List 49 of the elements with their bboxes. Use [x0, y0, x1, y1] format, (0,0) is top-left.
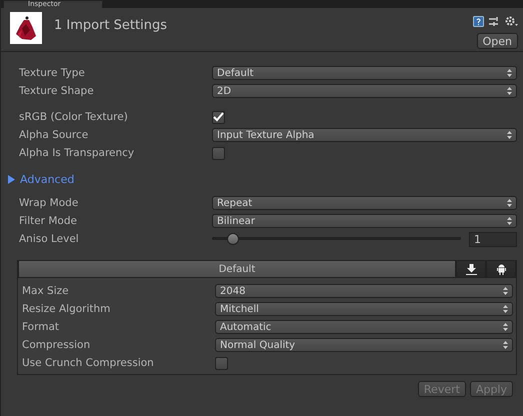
sliders-icon[interactable] [489, 16, 500, 27]
field-label: Use Crunch Compression [22, 357, 155, 369]
field-label: Alpha Is Transparency [19, 147, 136, 159]
platform-tab[interactable] [456, 260, 486, 278]
field-label: Texture Shape [19, 85, 95, 97]
dropdown[interactable]: 2048 [215, 284, 513, 298]
dropdown-arrows-icon [503, 341, 508, 349]
dropdown[interactable]: Input Texture Alpha [212, 128, 517, 142]
field-label: sRGB (Color Texture) [19, 111, 129, 123]
field-label: Aniso Level [19, 233, 80, 245]
field-label: Filter Mode [19, 215, 78, 227]
field-label: Resize Algorithm [22, 303, 112, 315]
dropdown-arrows-icon [507, 131, 512, 139]
inspector-title: 1 Import Settings [54, 18, 168, 35]
field-label: Max Size [22, 285, 70, 297]
field-label: Compression [22, 339, 92, 351]
dropdown[interactable]: 2D [212, 84, 517, 98]
checkbox[interactable] [212, 110, 225, 124]
android-icon [496, 264, 506, 274]
dropdown-arrows-icon [503, 323, 508, 331]
dropdown[interactable]: Mitchell [215, 302, 513, 316]
field-label: Format [22, 321, 60, 333]
dropdown[interactable]: Normal Quality [215, 338, 513, 352]
dropdown-arrows-icon [503, 287, 508, 295]
open-button[interactable]: Open [476, 33, 518, 49]
help-icon[interactable] [473, 16, 484, 27]
dropdown-arrows-icon [507, 199, 512, 207]
checkbox[interactable] [215, 356, 228, 370]
dropdown[interactable]: Repeat [212, 196, 517, 210]
platform-tab[interactable] [486, 260, 516, 278]
dropdown[interactable]: Bilinear [212, 214, 517, 228]
dropdown[interactable]: Automatic [215, 320, 513, 334]
advanced-foldout[interactable]: Advanced [20, 172, 74, 186]
slider-thumb[interactable] [226, 233, 239, 245]
dropdown-arrows-icon [507, 87, 512, 95]
dropdown-arrows-icon [507, 217, 512, 225]
download-icon [466, 264, 476, 274]
field-label: Texture Type [19, 67, 86, 79]
dropdown-arrows-icon [507, 69, 512, 77]
settings-icon[interactable] [505, 16, 518, 27]
dropdown[interactable]: Default [212, 66, 517, 80]
dropdown-arrows-icon [503, 305, 508, 313]
field-label: Alpha Source [19, 129, 90, 141]
field-label: Wrap Mode [19, 197, 80, 209]
checkbox[interactable] [212, 146, 225, 160]
foldout-arrow-icon[interactable] [7, 174, 16, 184]
slider-track[interactable] [212, 233, 461, 245]
platform-tab[interactable]: Default [18, 260, 456, 278]
number-field[interactable]: 1 [469, 232, 517, 246]
